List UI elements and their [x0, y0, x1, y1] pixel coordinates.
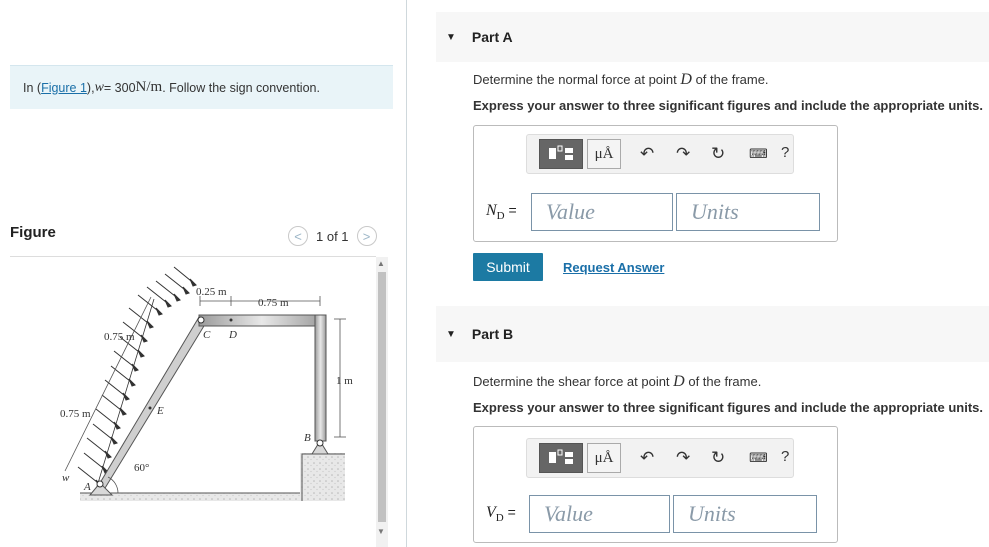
part-a-units-input[interactable]: Units: [676, 193, 820, 231]
label-w: w: [62, 472, 70, 484]
intro-prefix: In (: [23, 80, 42, 95]
part-a-question-prefix: Determine the normal force at point: [473, 72, 681, 87]
label-b: B: [304, 432, 311, 444]
figure-page-indicator: 1 of 1: [316, 228, 349, 244]
prev-figure-button[interactable]: <: [288, 226, 308, 246]
part-a-question-suffix: of the frame.: [691, 72, 769, 87]
support-a: [88, 480, 114, 496]
part-b-question-suffix: of the frame.: [684, 374, 762, 389]
pin-c: [197, 316, 205, 324]
part-a-point-var: D: [680, 71, 692, 88]
fraction-template-icon[interactable]: [539, 139, 583, 169]
nd-var: N: [486, 202, 497, 219]
part-b-question: Determine the shear force at point D of …: [473, 373, 761, 391]
part-b-header[interactable]: ▼ Part B: [436, 306, 989, 362]
dim-label-075-lower: 0.75 m: [60, 408, 91, 420]
intro-mid: ),: [86, 80, 95, 95]
inclined-member: [93, 316, 208, 494]
intro-equals: = 300: [103, 80, 136, 95]
redo-icon[interactable]: ↷: [676, 448, 690, 468]
load-unit: N/m: [135, 79, 163, 95]
part-a-question: Determine the normal force at point D of…: [473, 71, 769, 89]
nd-sub: D: [496, 210, 505, 223]
problem-statement: In (Figure 1), w = 300 N/m. Follow the s…: [10, 65, 393, 109]
scroll-down-icon[interactable]: ▼: [377, 527, 385, 536]
part-b-equation-label: VD =: [486, 504, 516, 524]
request-answer-link[interactable]: Request Answer: [563, 260, 664, 275]
frame-figure: 0.25 m 0.75 m 0.75 m 0.75 m 1 m C D E B …: [60, 266, 353, 501]
units-button[interactable]: μÅ: [587, 443, 621, 473]
dim-label-075-upper: 0.75 m: [104, 331, 135, 343]
part-a-answer-panel: μÅ ↶ ↷ ↻ ⌨ ? ND = Value Units: [473, 125, 838, 242]
help-icon[interactable]: ?: [781, 448, 789, 465]
part-b-value-input[interactable]: Value: [529, 495, 670, 533]
part-b-instruction: Express your answer to three significant…: [473, 400, 983, 415]
part-a-equation-label: ND =: [486, 202, 517, 222]
w-variable: w: [94, 79, 104, 95]
part-a-title: Part A: [471, 29, 513, 45]
redo-icon[interactable]: ↷: [676, 144, 690, 164]
fraction-template-icon[interactable]: [539, 443, 583, 473]
vd-sub: D: [495, 512, 504, 525]
keyboard-icon[interactable]: ⌨: [749, 450, 768, 466]
figure-link[interactable]: Figure 1: [41, 81, 87, 95]
dim-label-1m: 1 m: [336, 375, 353, 387]
dim-label-025: 0.25 m: [196, 286, 227, 298]
support-b: [311, 439, 329, 455]
vertical-column: [314, 314, 327, 442]
help-icon[interactable]: ?: [781, 144, 789, 161]
part-a-header[interactable]: ▼ Part A: [436, 12, 989, 62]
label-c: C: [203, 329, 211, 341]
part-a-toolbar: μÅ ↶ ↷ ↻ ⌨ ?: [526, 134, 794, 174]
vd-var: V: [486, 504, 496, 521]
next-figure-button[interactable]: >: [356, 226, 377, 246]
figure-pagination: < 1 of 1 >: [288, 224, 377, 248]
point-e-marker: [148, 406, 152, 410]
reset-icon[interactable]: ↻: [711, 144, 725, 164]
label-a: A: [83, 481, 91, 493]
part-b-point-var: D: [673, 373, 685, 390]
label-d: D: [228, 329, 237, 341]
keyboard-icon[interactable]: ⌨: [749, 146, 768, 162]
nd-equals: =: [504, 202, 517, 218]
part-b-toolbar: μÅ ↶ ↷ ↻ ⌨ ?: [526, 438, 794, 478]
caret-down-icon: ▼: [446, 31, 456, 43]
chevron-left-icon: <: [294, 228, 302, 244]
part-a-value-input[interactable]: Value: [531, 193, 673, 231]
undo-icon[interactable]: ↶: [640, 448, 654, 468]
scroll-up-icon[interactable]: ▲: [377, 259, 385, 268]
dim-label-075-top: 0.75 m: [258, 297, 289, 309]
caret-down-icon: ▼: [446, 328, 456, 340]
label-angle: 60°: [134, 462, 149, 474]
submit-button[interactable]: Submit: [473, 253, 543, 281]
part-b-question-prefix: Determine the shear force at point: [473, 374, 674, 389]
part-b-units-input[interactable]: Units: [673, 495, 817, 533]
point-d-marker: [229, 318, 233, 322]
horizontal-beam: [198, 314, 326, 327]
part-b-title: Part B: [471, 326, 514, 342]
reset-icon[interactable]: ↻: [711, 448, 725, 468]
units-button[interactable]: μÅ: [587, 139, 621, 169]
part-b-answer-panel: μÅ ↶ ↷ ↻ ⌨ ? VD = Value Units: [473, 426, 838, 543]
intro-suffix: . Follow the sign convention.: [162, 80, 320, 95]
part-a-instruction: Express your answer to three significant…: [473, 98, 983, 113]
figure-scrollbar-thumb[interactable]: [378, 272, 386, 522]
label-e: E: [156, 405, 164, 417]
chevron-right-icon: >: [362, 228, 371, 244]
undo-icon[interactable]: ↶: [640, 144, 654, 164]
vd-equals: =: [503, 504, 516, 520]
figure-heading: Figure: [10, 224, 56, 241]
distributed-load: [77, 266, 197, 494]
column-divider: [406, 0, 407, 547]
